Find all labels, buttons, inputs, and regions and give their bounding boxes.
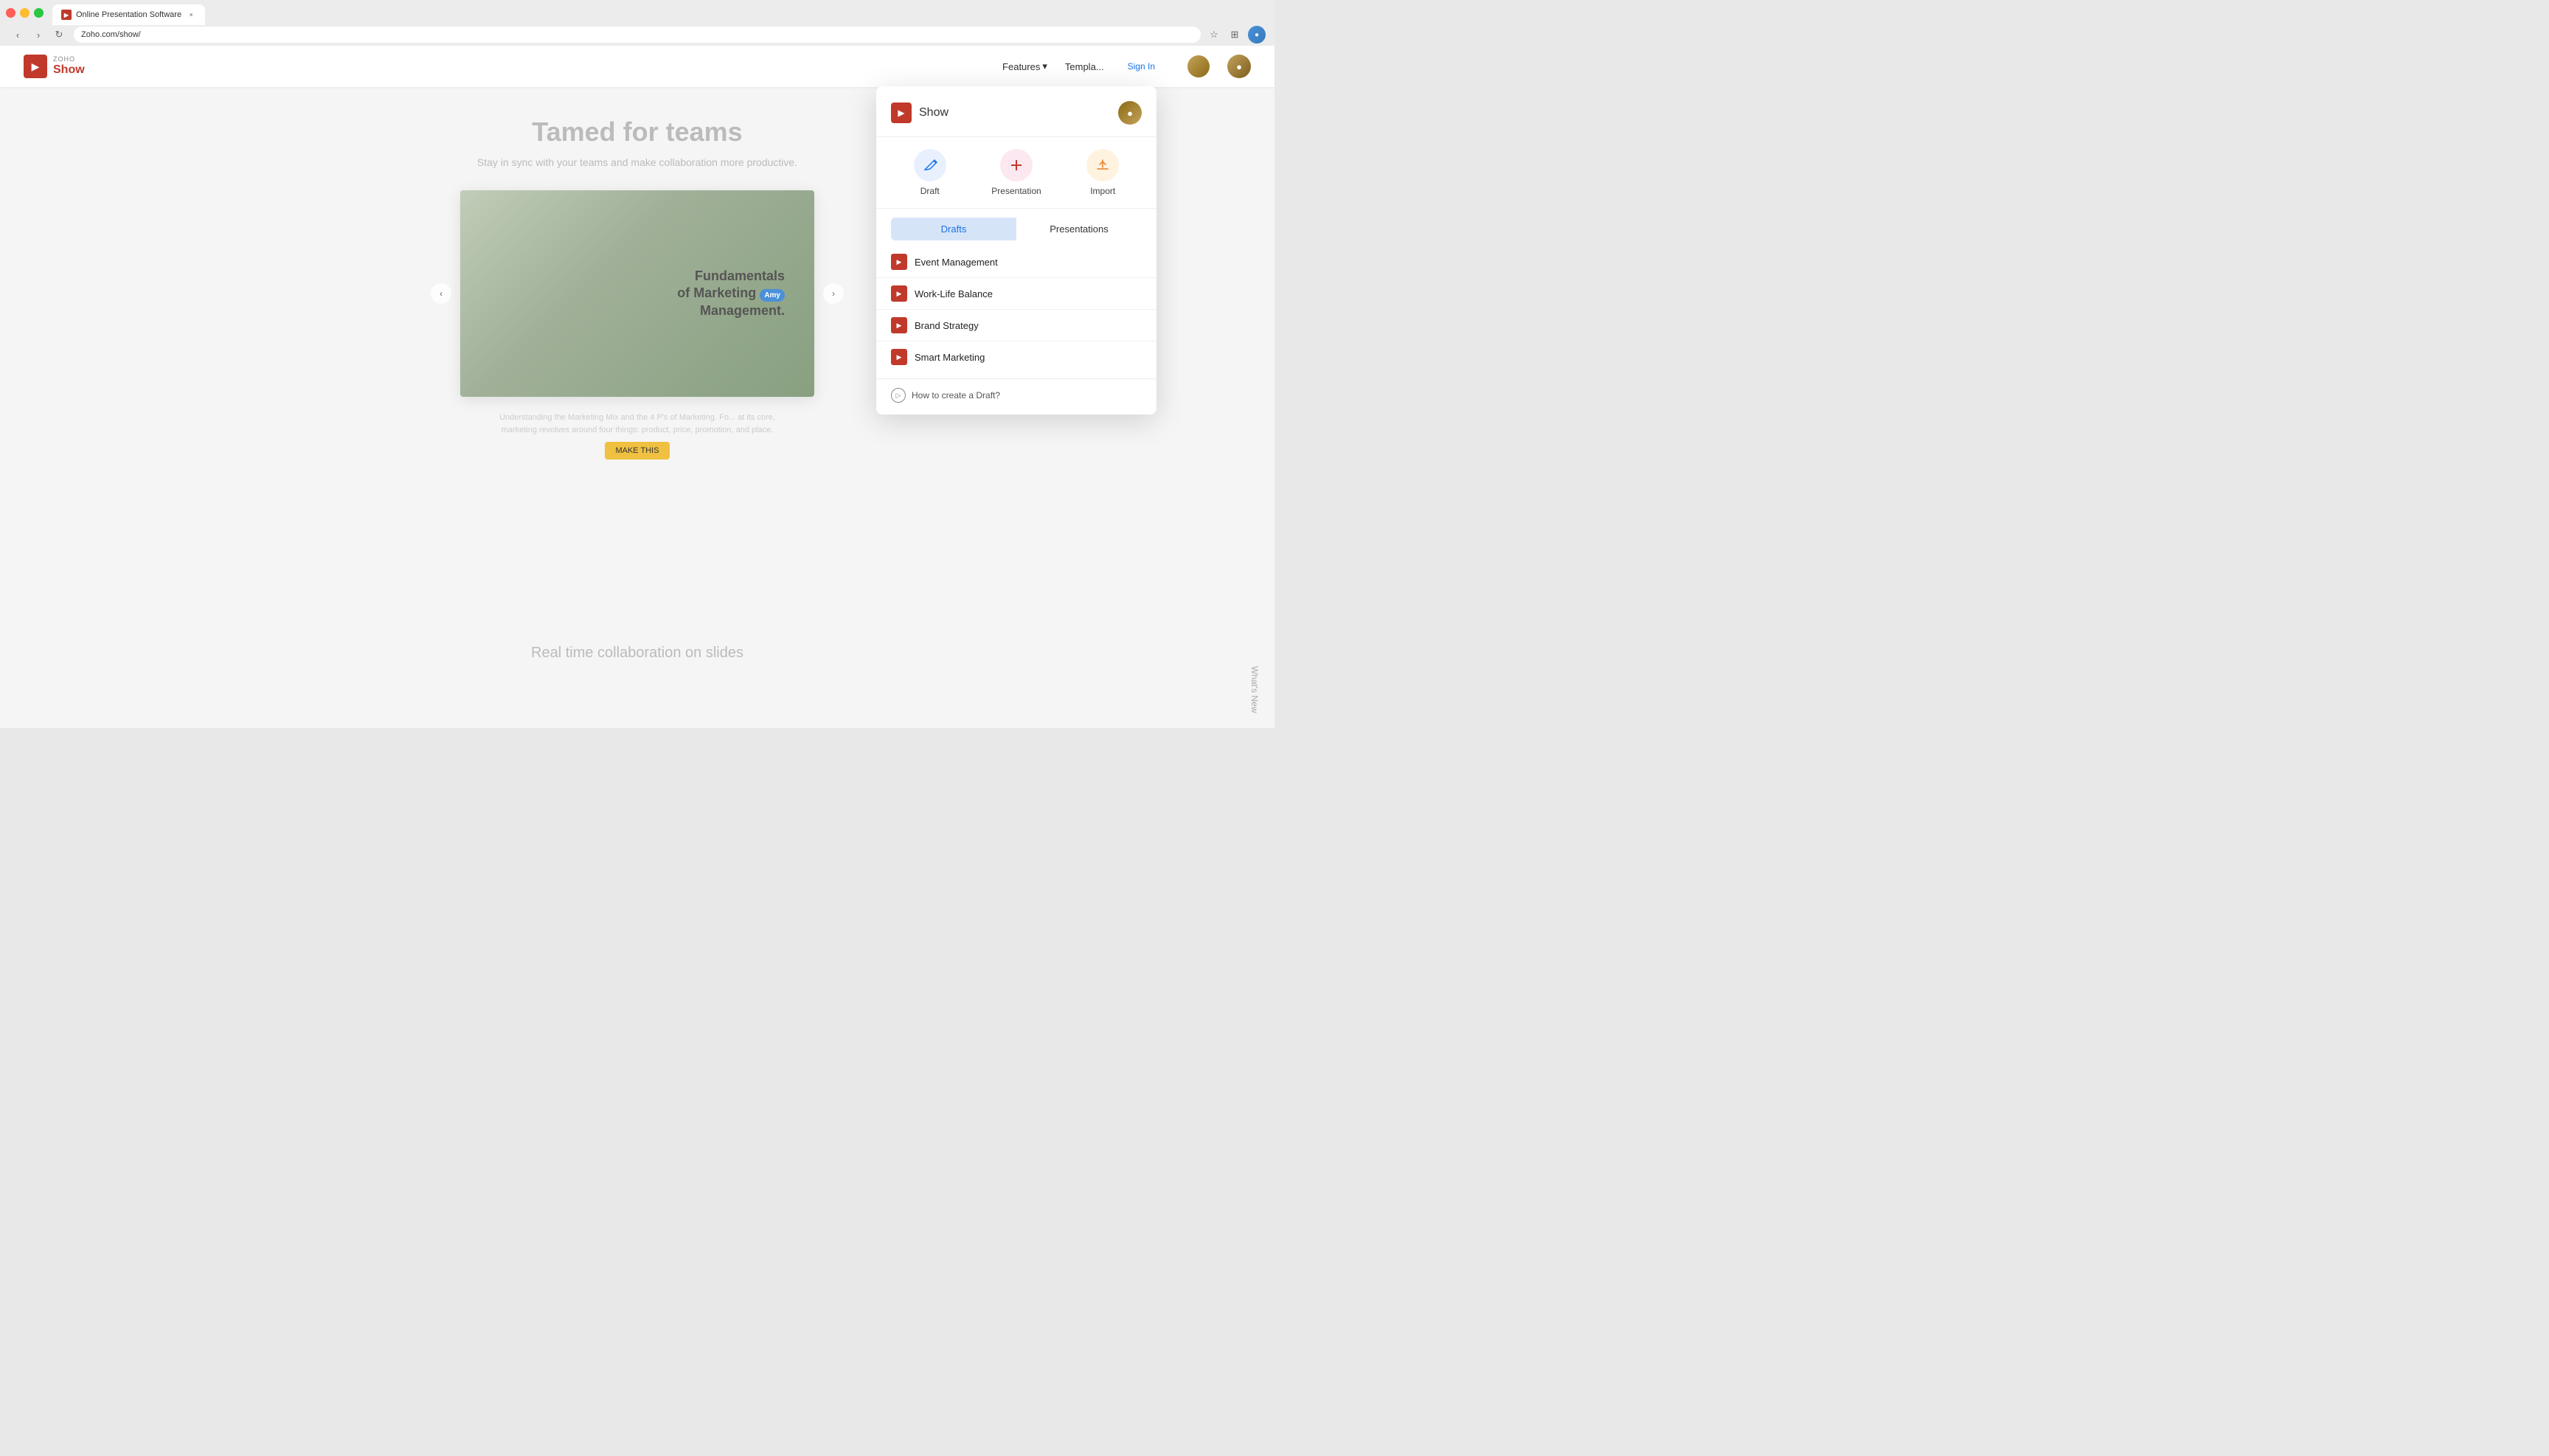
import-icon: [1086, 149, 1119, 181]
how-to-link[interactable]: How to create a Draft?: [912, 390, 1000, 401]
slide-title: Fundamentals of Marketing Amy Management…: [677, 268, 785, 319]
features-nav-link[interactable]: Features ▾: [1002, 60, 1047, 72]
tab-favicon-icon: ▶: [61, 10, 72, 20]
back-button[interactable]: ‹: [9, 26, 27, 44]
site-logo: ▶ Zoho Show: [24, 55, 85, 78]
extensions-icon[interactable]: ⊞: [1227, 27, 1242, 42]
item-icon-3: ▶: [891, 349, 907, 365]
main-content: ▶ Zoho Show Features ▾ Templa... Sign In…: [0, 46, 1274, 728]
cta-button[interactable]: MAKE THIS: [605, 442, 669, 460]
presentation-label: Presentation: [991, 186, 1041, 196]
logo-zoho: Zoho: [53, 56, 85, 63]
features-arrow-icon: ▾: [1042, 60, 1047, 72]
tab-presentations[interactable]: Presentations: [1016, 218, 1142, 240]
site-user-avatar[interactable]: [1187, 55, 1210, 77]
bottom-section: Real time collaboration on slides: [0, 623, 1274, 684]
panel-header: ▶ Show ●: [876, 101, 1156, 137]
forward-button[interactable]: ›: [30, 26, 47, 44]
site-nav-links: Features ▾ Templa... Sign In ●: [1002, 55, 1251, 78]
panel-title: Show: [919, 106, 948, 119]
browser-toolbar-right: ☆ ⊞ ●: [1207, 26, 1266, 44]
nav-buttons: ‹ › ↻: [9, 26, 68, 44]
presentation-icon: [1000, 149, 1033, 181]
list-item[interactable]: ▶ Event Management: [876, 246, 1156, 278]
item-name-0: Event Management: [915, 257, 998, 268]
panel-actions: Draft Presentation Impor: [876, 137, 1156, 209]
list-item[interactable]: ▶ Work-Life Balance: [876, 278, 1156, 310]
draft-action[interactable]: Draft: [914, 149, 946, 196]
marketing-text: Understanding the Marketing Mix and the …: [490, 412, 785, 436]
import-action[interactable]: Import: [1086, 149, 1119, 196]
list-item[interactable]: ▶ Smart Marketing: [876, 342, 1156, 372]
logo-icon: ▶: [24, 55, 47, 78]
templates-nav-link[interactable]: Templa...: [1065, 61, 1104, 72]
item-name-1: Work-Life Balance: [915, 288, 993, 299]
browser-chrome: ▶ Online Presentation Software × ‹ › ↻ Z…: [0, 0, 1274, 46]
traffic-lights: [6, 8, 44, 18]
draft-icon: [914, 149, 946, 181]
slide-preview: Fundamentals of Marketing Amy Management…: [460, 190, 814, 397]
import-label: Import: [1090, 186, 1115, 196]
logo-text: Zoho Show: [53, 56, 85, 76]
slide-preview-wrapper: ‹ Fundamentals of Marketing Amy Manageme…: [460, 190, 814, 397]
panel-tabs: Drafts Presentations: [891, 218, 1142, 240]
panel-avatar[interactable]: ●: [1118, 101, 1142, 125]
site-user-avatar-2[interactable]: ●: [1227, 55, 1251, 78]
tab-title: Online Presentation Software: [76, 10, 181, 19]
item-name-3: Smart Marketing: [915, 352, 985, 363]
whats-new-label: What's New: [1249, 666, 1260, 713]
browser-profile-avatar[interactable]: ●: [1248, 26, 1266, 44]
slide-next-button[interactable]: ›: [823, 283, 844, 304]
browser-tab[interactable]: ▶ Online Presentation Software ×: [52, 4, 205, 25]
item-icon-0: ▶: [891, 254, 907, 270]
marketing-section: Understanding the Marketing Mix and the …: [0, 412, 1274, 460]
slide-prev-button[interactable]: ‹: [431, 283, 451, 304]
list-item[interactable]: ▶ Brand Strategy: [876, 310, 1156, 342]
draft-label: Draft: [920, 186, 940, 196]
bookmark-icon[interactable]: ☆: [1207, 27, 1221, 42]
url-text: Zoho.com/show/: [81, 30, 141, 39]
collab-badge: Amy: [760, 289, 785, 302]
close-traffic-light[interactable]: [6, 8, 15, 18]
panel-list: ▶ Event Management ▶ Work-Life Balance ▶…: [876, 240, 1156, 378]
sign-in-button[interactable]: Sign In: [1122, 58, 1161, 74]
address-bar[interactable]: Zoho.com/show/: [74, 27, 1201, 43]
dropdown-panel: ▶ Show ● Draft: [876, 86, 1156, 415]
address-bar-row: ‹ › ↻ Zoho.com/show/ ☆ ⊞ ●: [0, 24, 1274, 46]
play-circle-icon: ▷: [891, 388, 906, 403]
slide-background: Fundamentals of Marketing Amy Management…: [460, 190, 814, 397]
site-navbar: ▶ Zoho Show Features ▾ Templa... Sign In…: [0, 46, 1274, 87]
panel-footer: ▷ How to create a Draft?: [876, 378, 1156, 403]
slide-text-overlay: Fundamentals of Marketing Amy Management…: [677, 268, 785, 319]
tab-bar: ▶ Online Presentation Software ×: [0, 0, 1274, 24]
tab-drafts[interactable]: Drafts: [891, 218, 1016, 240]
reload-button[interactable]: ↻: [50, 26, 68, 44]
item-name-2: Brand Strategy: [915, 320, 979, 331]
tab-close-button[interactable]: ×: [186, 10, 196, 20]
panel-logo-icon: ▶: [891, 103, 912, 123]
item-icon-1: ▶: [891, 285, 907, 302]
logo-show: Show: [53, 63, 85, 77]
maximize-traffic-light[interactable]: [34, 8, 44, 18]
new-presentation-action[interactable]: Presentation: [991, 149, 1041, 196]
item-icon-2: ▶: [891, 317, 907, 333]
minimize-traffic-light[interactable]: [20, 8, 30, 18]
bottom-title: Real time collaboration on slides: [22, 645, 1252, 662]
